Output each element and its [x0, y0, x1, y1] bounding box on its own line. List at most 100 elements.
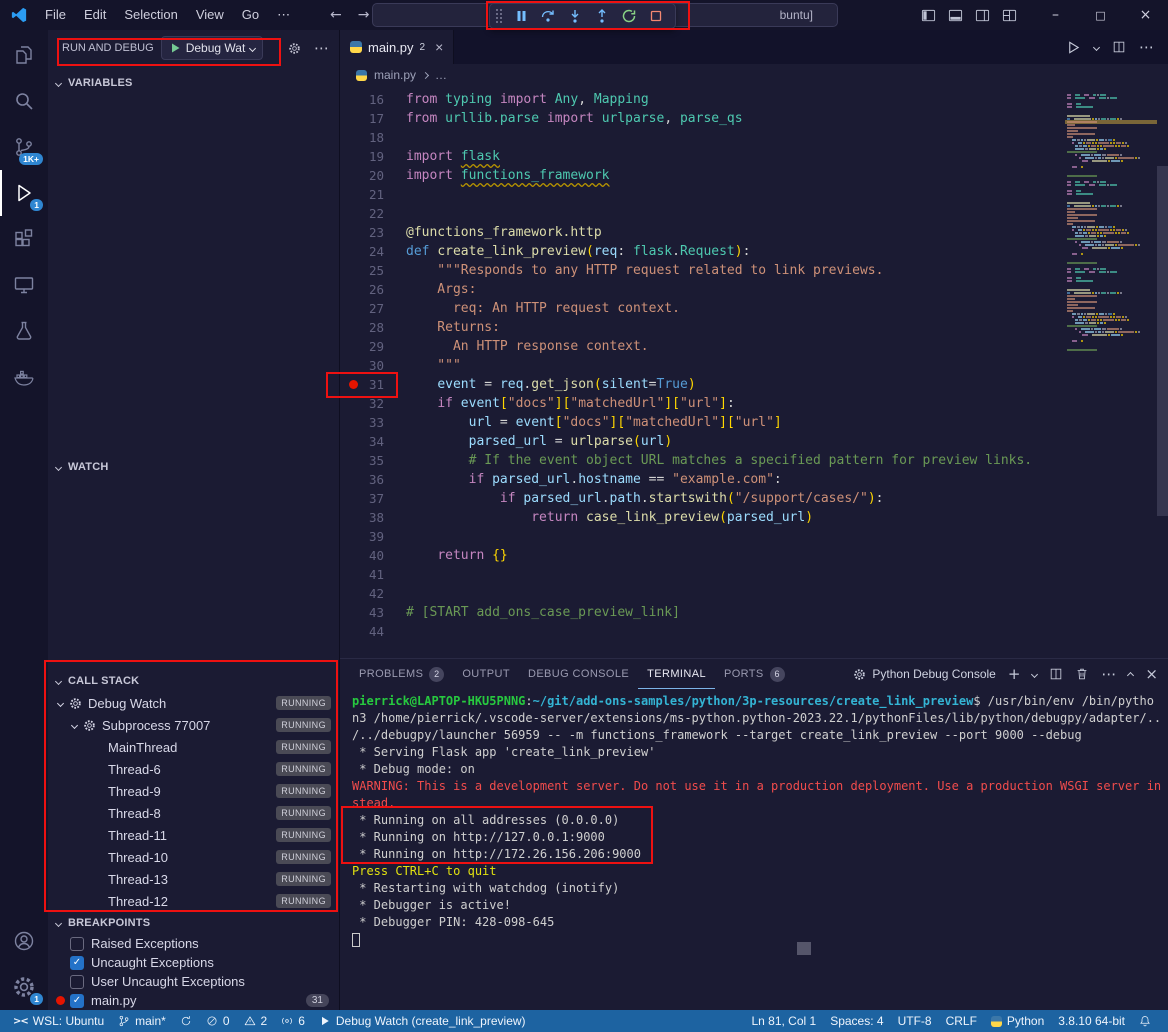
- status-3-8-10-64-bit[interactable]: 3.8.10 64-bit: [1051, 1010, 1132, 1032]
- gutter[interactable]: 32: [340, 394, 398, 413]
- maximize-icon[interactable]: □: [1078, 0, 1123, 30]
- status-crlf[interactable]: CRLF: [939, 1010, 984, 1032]
- activity-settings-gear-icon[interactable]: 1: [0, 964, 48, 1010]
- status-spaces-4[interactable]: Spaces: 4: [823, 1010, 890, 1032]
- status-utf-8[interactable]: UTF-8: [891, 1010, 939, 1032]
- status-warning[interactable]: 2: [237, 1010, 275, 1032]
- panel-tab-output[interactable]: OUTPUT: [453, 659, 519, 689]
- menu-more[interactable]: ⋯: [268, 7, 299, 23]
- call-stack-item[interactable]: Thread-8RUNNING: [48, 802, 339, 824]
- restart-button[interactable]: [615, 5, 642, 27]
- menu-go[interactable]: Go: [233, 7, 268, 23]
- breakpoint-item[interactable]: ✓main.py31: [48, 991, 339, 1010]
- activity-docker-icon[interactable]: [0, 354, 48, 400]
- breadcrumb[interactable]: main.py …: [340, 64, 1168, 86]
- activity-extensions-icon[interactable]: [0, 216, 48, 262]
- gutter[interactable]: 33: [340, 413, 398, 432]
- toggle-sidebar-icon[interactable]: [921, 8, 936, 23]
- terminal-scrollbar-thumb[interactable]: [797, 942, 811, 955]
- section-variables[interactable]: VARIABLES: [48, 72, 339, 94]
- panel-tab-problems[interactable]: PROBLEMS2: [350, 659, 453, 689]
- gutter[interactable]: 38: [340, 508, 398, 527]
- gutter[interactable]: 29: [340, 337, 398, 356]
- status-branch[interactable]: main*: [111, 1010, 173, 1032]
- activity-remote-explorer-icon[interactable]: [0, 262, 48, 308]
- tab-main-py[interactable]: main.py 2 ×: [340, 30, 454, 64]
- run-python-icon[interactable]: [1066, 40, 1081, 55]
- breakpoint-item[interactable]: Raised Exceptions: [48, 934, 339, 953]
- terminal[interactable]: pierrick@LAPTOP-HKU5PNNG:~/git/add-ons-s…: [340, 689, 1168, 1010]
- gutter[interactable]: 26: [340, 280, 398, 299]
- gutter[interactable]: 18: [340, 128, 398, 147]
- close-panel-icon[interactable]: ×: [1145, 665, 1158, 683]
- activity-explorer-icon[interactable]: [0, 32, 48, 78]
- step-into-button[interactable]: [561, 5, 588, 27]
- activity-testing-icon[interactable]: [0, 308, 48, 354]
- breakpoint-dot[interactable]: [349, 380, 358, 389]
- gutter[interactable]: 31: [340, 375, 398, 394]
- minimap[interactable]: [1065, 86, 1157, 355]
- section-call-stack[interactable]: CALL STACK: [48, 670, 339, 692]
- gutter[interactable]: 16: [340, 90, 398, 109]
- call-stack-item[interactable]: Thread-13RUNNING: [48, 868, 339, 890]
- gutter[interactable]: 34: [340, 432, 398, 451]
- split-editor-icon[interactable]: [1112, 40, 1126, 54]
- status-python[interactable]: Python: [984, 1010, 1051, 1032]
- back-icon[interactable]: ←: [330, 7, 342, 23]
- more-actions-icon[interactable]: ⋯: [314, 39, 329, 57]
- gutter[interactable]: 27: [340, 299, 398, 318]
- forward-icon[interactable]: →: [358, 7, 370, 23]
- gutter[interactable]: 44: [340, 622, 398, 641]
- start-debug-icon[interactable]: [169, 42, 181, 54]
- activity-run-debug-icon[interactable]: 1: [0, 170, 48, 216]
- menu-edit[interactable]: Edit: [75, 7, 115, 23]
- menu-selection[interactable]: Selection: [115, 7, 186, 23]
- gutter[interactable]: 28: [340, 318, 398, 337]
- checkbox[interactable]: ✓: [70, 956, 84, 970]
- call-stack-item[interactable]: Debug WatchRUNNING: [48, 692, 339, 714]
- checkbox[interactable]: ✓: [70, 994, 84, 1008]
- kill-terminal-icon[interactable]: [1075, 667, 1089, 681]
- menu-view[interactable]: View: [187, 7, 233, 23]
- status-error[interactable]: 0: [199, 1010, 237, 1032]
- checkbox[interactable]: [70, 937, 84, 951]
- gutter[interactable]: 35: [340, 451, 398, 470]
- gutter[interactable]: 23: [340, 223, 398, 242]
- new-terminal-icon[interactable]: +: [1008, 665, 1021, 683]
- gutter[interactable]: 39: [340, 527, 398, 546]
- status-debug[interactable]: Debug Watch (create_link_preview): [312, 1010, 533, 1032]
- breakpoint-item[interactable]: ✓Uncaught Exceptions: [48, 953, 339, 972]
- chevron-down-icon[interactable]: [71, 721, 78, 728]
- pause-button[interactable]: [507, 5, 534, 27]
- activity-search-icon[interactable]: [0, 78, 48, 124]
- status-bell[interactable]: [1132, 1010, 1158, 1032]
- breakpoint-item[interactable]: User Uncaught Exceptions: [48, 972, 339, 991]
- terminal-picker-icon[interactable]: [1032, 672, 1037, 677]
- gutter[interactable]: 37: [340, 489, 398, 508]
- call-stack-item[interactable]: Thread-11RUNNING: [48, 824, 339, 846]
- toggle-panel-icon[interactable]: [948, 8, 963, 23]
- menu-file[interactable]: File: [36, 7, 75, 23]
- drag-handle-icon[interactable]: [496, 9, 502, 23]
- gutter[interactable]: 30: [340, 356, 398, 375]
- scrollbar-thumb[interactable]: [1157, 166, 1168, 516]
- gutter[interactable]: 42: [340, 584, 398, 603]
- more-actions-icon[interactable]: ⋯: [1101, 665, 1116, 683]
- minimize-icon[interactable]: –: [1033, 0, 1078, 30]
- call-stack-item[interactable]: Subprocess 77007RUNNING: [48, 714, 339, 736]
- gutter[interactable]: 20: [340, 166, 398, 185]
- run-dropdown-icon[interactable]: [1094, 45, 1099, 50]
- editor[interactable]: 16from typing import Any, Mapping17from …: [340, 86, 1168, 658]
- gutter[interactable]: 25: [340, 261, 398, 280]
- gutter[interactable]: 40: [340, 546, 398, 565]
- step-out-button[interactable]: [588, 5, 615, 27]
- debug-toolbar[interactable]: [489, 3, 676, 29]
- call-stack-item[interactable]: MainThreadRUNNING: [48, 736, 339, 758]
- chevron-down-icon[interactable]: [57, 699, 64, 706]
- panel-tab-terminal[interactable]: TERMINAL: [638, 659, 715, 689]
- more-actions-icon[interactable]: ⋯: [1139, 38, 1154, 56]
- gutter[interactable]: 41: [340, 565, 398, 584]
- gutter[interactable]: 21: [340, 185, 398, 204]
- checkbox[interactable]: [70, 975, 84, 989]
- section-watch[interactable]: WATCH: [48, 456, 339, 478]
